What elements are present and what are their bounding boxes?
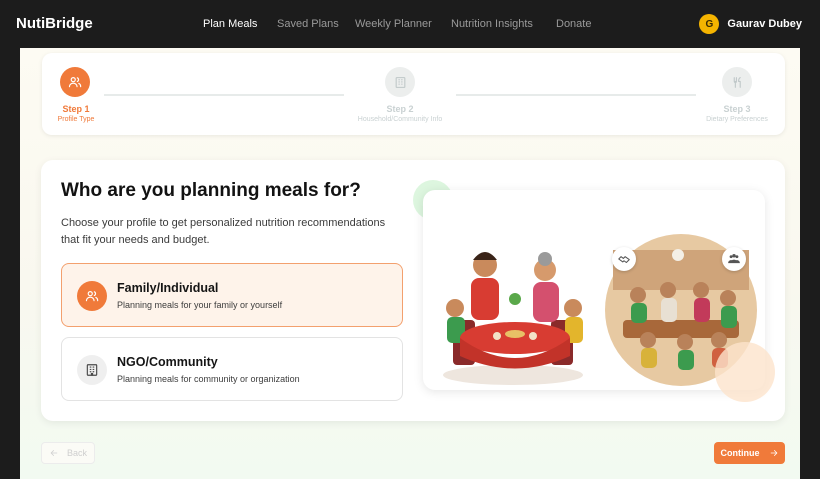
step-2-title: Step 2	[386, 104, 414, 114]
page-title: Who are you planning meals for?	[61, 180, 361, 201]
group-icon	[722, 247, 746, 271]
option-ngo-community[interactable]: NGO/Community Planning meals for communi…	[61, 337, 403, 401]
building-icon	[77, 355, 107, 385]
step-connector	[104, 94, 344, 96]
main-nav: Plan Meals Saved Plans Weekly Planner Nu…	[0, 18, 820, 32]
continue-button[interactable]: Continue	[714, 442, 785, 464]
progress-stepper: Step 1 Profile Type Step 2 Household/Com…	[42, 53, 785, 135]
nav-plan-meals[interactable]: Plan Meals	[203, 18, 257, 30]
profile-type-card: Who are you planning meals for? Choose y…	[41, 160, 785, 421]
step-3-subtitle: Dietary Preferences	[706, 116, 768, 123]
user-menu[interactable]: G Gaurav Dubey	[699, 14, 802, 34]
step-1-subtitle: Profile Type	[57, 116, 95, 123]
step-3-utensils-icon	[722, 67, 752, 97]
nav-saved-plans[interactable]: Saved Plans	[277, 18, 339, 30]
step-connector	[456, 94, 696, 96]
option-family-individual[interactable]: Family/Individual Planning meals for you…	[61, 263, 403, 327]
option-subtitle: Planning meals for community or organiza…	[117, 374, 300, 384]
step-1-title: Step 1	[62, 104, 90, 114]
option-subtitle: Planning meals for your family or yourse…	[117, 300, 283, 310]
back-label: Back	[66, 448, 87, 458]
arrow-left-icon	[50, 450, 58, 456]
main-content: Step 1 Profile Type Step 2 Household/Com…	[20, 48, 800, 479]
option-title: Family/Individual	[117, 281, 219, 295]
step-3-title: Step 3	[723, 104, 751, 114]
handshake-icon	[612, 247, 636, 271]
step-1-users-icon	[60, 67, 90, 97]
nav-donate[interactable]: Donate	[556, 18, 591, 30]
option-title: NGO/Community	[117, 355, 218, 369]
family-meal-illustration	[423, 190, 765, 390]
step-2-subtitle: Household/Community Info	[357, 116, 443, 123]
avatar: G	[699, 14, 720, 34]
step-2-building-icon	[385, 67, 415, 97]
nav-weekly-planner[interactable]: Weekly Planner	[355, 18, 432, 30]
page-description: Choose your profile to get personalized …	[61, 217, 386, 246]
nav-nutrition-insights[interactable]: Nutrition Insights	[451, 18, 533, 30]
family-dinner-scene	[443, 252, 583, 385]
top-navbar: NutiBridge Plan Meals Saved Plans Weekly…	[0, 0, 820, 48]
decorative-blob	[715, 342, 775, 402]
users-icon	[77, 281, 107, 311]
back-button[interactable]: Back	[41, 442, 95, 464]
continue-label: Continue	[720, 448, 760, 458]
arrow-right-icon	[770, 450, 777, 456]
user-name: Gaurav Dubey	[727, 18, 802, 30]
